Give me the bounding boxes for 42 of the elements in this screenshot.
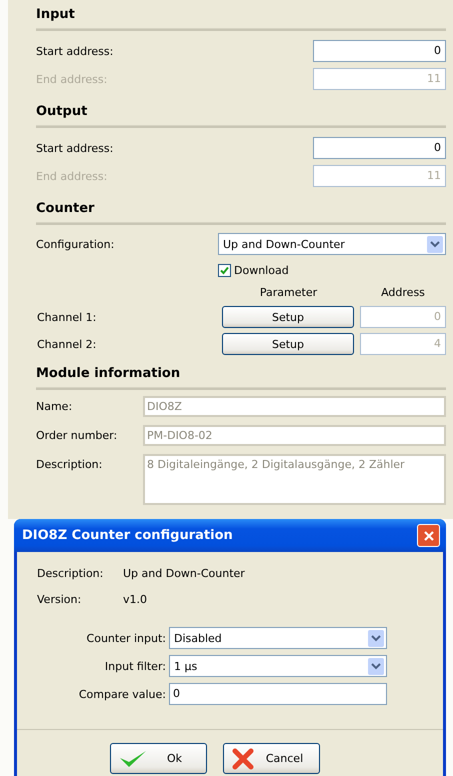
field-label: Compare value: <box>78 688 166 700</box>
info-field[interactable]: PM-DIO8-02 <box>143 425 446 446</box>
field-label: Start address: <box>36 44 114 58</box>
dropdown[interactable]: Disabled <box>169 627 387 649</box>
ok-button[interactable]: Ok <box>110 743 207 774</box>
field-label: Order number: <box>36 428 118 444</box>
info-label: Description: <box>37 566 104 580</box>
cross-icon <box>232 748 254 770</box>
setup-button[interactable]: Setup <box>222 306 354 328</box>
channel-label: Channel 2: <box>36 338 98 350</box>
dropdown[interactable]: 1 µs <box>169 655 387 677</box>
section-heading: Output <box>36 103 88 121</box>
section-heading: Input <box>36 6 76 24</box>
column-header: Parameter <box>258 285 318 301</box>
address-field[interactable]: 0 <box>313 40 446 62</box>
field-label: Configuration: <box>36 238 116 250</box>
info-value: v1.0 <box>123 592 148 606</box>
column-header: Address <box>380 285 426 301</box>
address-field[interactable]: 0 <box>313 137 446 159</box>
field-label: Input filter: <box>104 660 166 672</box>
field-label: Name: <box>36 399 74 415</box>
section-heading: Module information <box>36 365 182 383</box>
field-label: Start address: <box>36 142 114 154</box>
input-field[interactable]: 0 <box>169 683 387 705</box>
description-area[interactable]: 8 Digitaleingänge, 2 Digitalausgänge, 2 Zähler <box>143 454 446 505</box>
info-field[interactable]: DIO8Z <box>143 396 446 417</box>
setup-button[interactable]: Setup <box>222 333 354 355</box>
close-icon <box>422 530 434 542</box>
download-checkbox[interactable]: Download <box>218 264 289 276</box>
channel-label: Channel 1: <box>36 310 98 324</box>
info-label: Version: <box>37 592 82 606</box>
cancel-button[interactable]: Cancel <box>223 743 320 774</box>
close-button[interactable] <box>417 524 440 547</box>
field-label: End address: <box>36 170 108 182</box>
section-heading: Counter <box>36 200 96 218</box>
field-label: Description: <box>36 457 104 473</box>
field-label: End address: <box>36 72 108 86</box>
field-label: Counter input: <box>86 632 166 644</box>
info-value: Up and Down-Counter <box>123 566 246 580</box>
dialog-title: DIO8Z Counter configuration <box>22 528 233 543</box>
checkmark-icon <box>219 264 230 276</box>
configuration-dropdown[interactable]: Up and Down-Counter <box>218 233 446 255</box>
